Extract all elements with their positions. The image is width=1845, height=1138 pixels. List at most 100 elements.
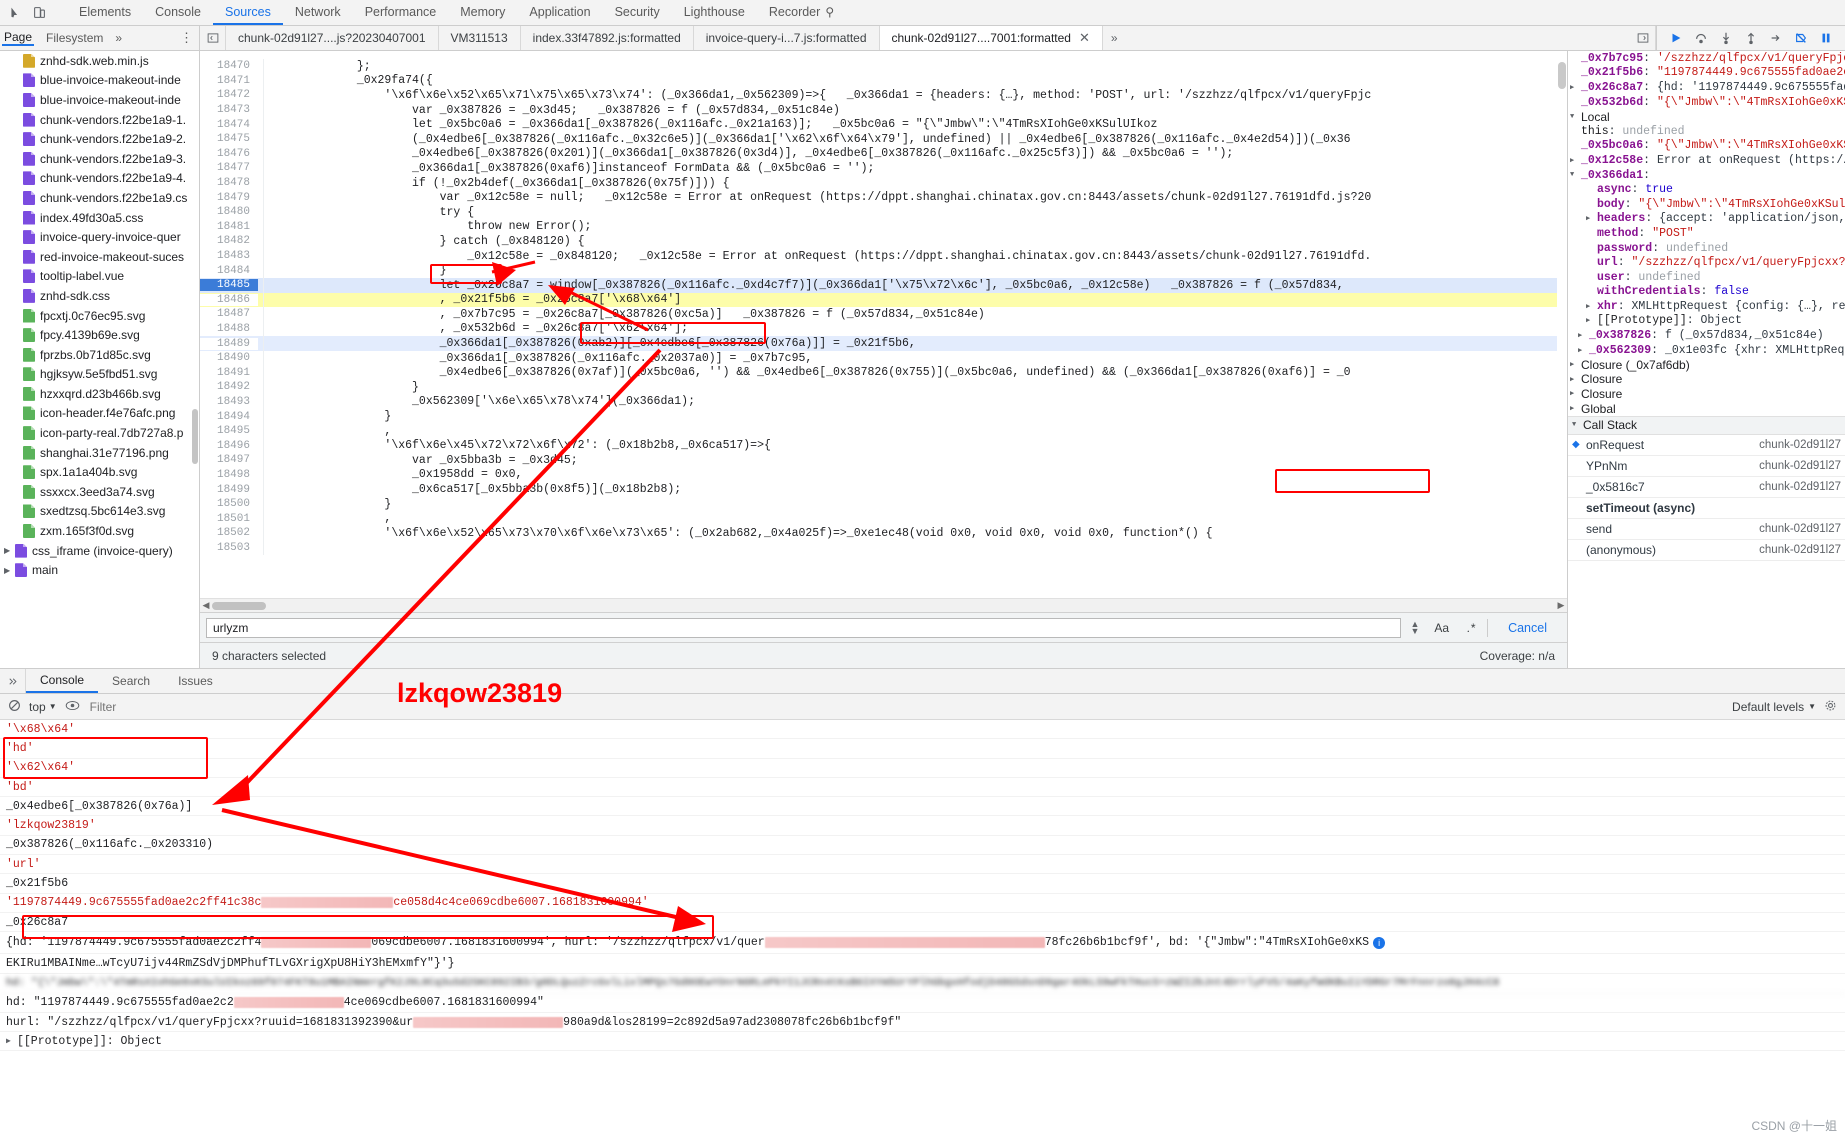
navigator-tab-page[interactable]: Page <box>2 30 35 46</box>
chevron-right-icon[interactable]: ▶ <box>1578 346 1589 355</box>
file-tree-item[interactable]: ssxxcx.3eed3a74.svg <box>0 482 199 502</box>
console-message[interactable]: ▶ [[Prototype]]: Object <box>0 1032 1845 1052</box>
code-line[interactable]: 18488 , _0x532b6d = _0x26c8a7['\x62\x64'… <box>200 321 1567 337</box>
debugger-sidebar[interactable]: _0x7b7c95: '/szzhzz/qlfpcx/v1/queryFpjcx… <box>1567 51 1845 668</box>
line-number[interactable]: 18490 <box>200 352 258 365</box>
step-into-icon[interactable] <box>1715 28 1737 48</box>
resume-script-execution-icon[interactable] <box>1665 28 1687 48</box>
console-message[interactable]: '\x68\x64' <box>0 720 1845 740</box>
code-line[interactable]: 18477 _0x366da1[_0x387826(0xaf6)]instanc… <box>200 161 1567 176</box>
call-stack-row[interactable]: send chunk-02d91l27 <box>1568 519 1845 540</box>
line-number[interactable]: 18479 <box>200 191 258 204</box>
code-line[interactable]: 18497 var _0x5bba3b = _0x3d45; <box>200 453 1567 468</box>
scope-property-row[interactable]: ▶ _0x26c8a7: {hd: '1197874449.9c675555fad… <box>1568 80 1845 95</box>
file-tree-item[interactable]: index.49fd30a5.css <box>0 208 199 228</box>
scope-property-row[interactable]: ▶ [[Prototype]]: Object <box>1568 314 1845 329</box>
console-message[interactable]: _0x21f5b6 <box>0 874 1845 894</box>
chevron-down-icon[interactable]: ▼ <box>1570 113 1581 121</box>
code-line[interactable]: 18500 } <box>200 496 1567 512</box>
code-line[interactable]: 18473 var _0x387826 = _0x3d45; _0x387826… <box>200 102 1567 118</box>
scope-property-row[interactable]: ▶ _0x12c58e: Error at onRequest (https://… <box>1568 153 1845 168</box>
scope-property-row[interactable]: user: undefined <box>1568 270 1845 285</box>
chevron-down-icon[interactable]: ▼ <box>1570 171 1581 179</box>
scope-property-row[interactable]: _0x5bc0a6: "{\"Jmbw\":\"4TmRsXIohGe0xKSu… <box>1568 139 1845 154</box>
drawer-tab-search[interactable]: Search <box>98 669 164 693</box>
line-number[interactable]: 18473 <box>200 104 258 117</box>
drawer-tab-issues[interactable]: Issues <box>164 669 227 693</box>
file-tree-item[interactable]: znhd-sdk.css <box>0 286 199 306</box>
scope-property-row[interactable]: _0x532b6d: "{\"Jmbw\":\"4TmRsXIohGe0xKSu <box>1568 95 1845 110</box>
scope-property-row[interactable]: this: undefined <box>1568 124 1845 139</box>
step-icon[interactable] <box>1765 28 1787 48</box>
line-number[interactable]: 18484 <box>200 264 258 277</box>
file-tree-item[interactable]: chunk-vendors.f22be1a9.cs <box>0 188 199 208</box>
file-tree-item[interactable]: chunk-vendors.f22be1a9-3. <box>0 149 199 169</box>
console-message[interactable]: _0x387826(_0x116afc._0x203310) <box>0 836 1845 856</box>
source-code-editor[interactable]: 18470 }; 18471 _0x29fa74({18472 '\x6f\x6e… <box>200 51 1567 598</box>
source-tab-invoice-query-formatted[interactable]: invoice-query-i...7.js:formatted <box>694 26 880 50</box>
call-stack-row[interactable]: setTimeout (async) <box>1568 498 1845 519</box>
code-line[interactable]: 18475 (_0x4edbe6[_0x387826(_0x116afc._0x… <box>200 131 1567 147</box>
code-line[interactable]: 18479 var _0x12c58e = null; _0x12c58e = … <box>200 190 1567 205</box>
drawer-tab-console[interactable]: Console <box>26 669 99 693</box>
file-navigator-tree[interactable]: znhd-sdk.web.min.js blue-invoice-makeout-… <box>0 51 200 668</box>
chevron-right-icon[interactable]: ▶ <box>1570 83 1581 92</box>
scope-property-row[interactable]: url: "/szzhzz/qlfpcx/v1/queryFpjcxx?ruu <box>1568 255 1845 270</box>
line-number[interactable]: 18478 <box>200 177 258 190</box>
match-case-button[interactable]: Aa <box>1428 621 1455 635</box>
tab-recorder[interactable]: Recorder ⚲ <box>757 0 846 25</box>
code-line[interactable]: 18490 _0x366da1[_0x387826(_0x116afc._0x2… <box>200 350 1567 366</box>
file-tree-item[interactable]: red-invoice-makeout-suces <box>0 247 199 267</box>
code-line[interactable]: 18498 _0x1958dd = 0x0, <box>200 467 1567 483</box>
scope-property-row[interactable]: withCredentials: false <box>1568 285 1845 300</box>
file-tree-item[interactable]: znhd-sdk.web.min.js <box>0 51 199 71</box>
source-tab-vm311513[interactable]: VM311513 <box>439 26 521 50</box>
scope-closure-row[interactable]: ▶ Closure <box>1568 372 1845 387</box>
tab-performance[interactable]: Performance <box>353 0 449 25</box>
line-number[interactable]: 18500 <box>200 498 258 511</box>
scope-property-row[interactable]: ▶ xhr: XMLHttpRequest {config: {…}, ready <box>1568 299 1845 314</box>
scope-property-row[interactable]: ▶ _0x387826: f (_0x57d834,_0x51c84e) <box>1568 328 1845 343</box>
live-expression-icon[interactable] <box>65 699 80 715</box>
chevron-down-icon[interactable]: ▼ <box>1410 626 1419 635</box>
line-number[interactable]: 18471 <box>200 74 258 87</box>
file-tree-item[interactable]: shanghai.31e77196.png <box>0 443 199 463</box>
tab-lighthouse[interactable]: Lighthouse <box>672 0 757 25</box>
file-tree-item[interactable]: invoice-query-invoice-quer <box>0 227 199 247</box>
code-line[interactable]: 18481 throw new Error(); <box>200 219 1567 235</box>
drawer-more-icon[interactable] <box>0 669 26 693</box>
source-tab-chunk-formatted[interactable]: chunk-02d91l27....7001:formatted ✕ <box>879 26 1103 50</box>
call-stack-row[interactable]: ◆ onRequest chunk-02d91l27 <box>1568 435 1845 456</box>
console-context-selector[interactable]: top ▼ <box>29 700 57 714</box>
line-number[interactable]: 18483 <box>200 250 258 263</box>
scope-property-row[interactable]: _0x7b7c95: '/szzhzz/qlfpcx/v1/queryFpjcx <box>1568 51 1845 66</box>
line-number[interactable]: 18477 <box>200 162 258 175</box>
code-line[interactable]: 18492 } <box>200 380 1567 395</box>
code-line[interactable]: 18486 , _0x21f5b6 = _0x26c8a7['\x68\x64'… <box>200 292 1567 308</box>
code-line[interactable]: 18483 _0x12c58e = _0x848120; _0x12c58e =… <box>200 248 1567 264</box>
code-line[interactable]: 18493 _0x562309['\x6e\x65\x78\x74'](_0x3… <box>200 394 1567 410</box>
navigator-scrollbar[interactable] <box>191 51 199 668</box>
file-tree-item[interactable]: hgjksyw.5e5fbd51.svg <box>0 365 199 385</box>
file-tree-item[interactable]: blue-invoice-makeout-inde <box>0 71 199 91</box>
code-line[interactable]: 18489 _0x366da1[_0x387826(0xab2)][_0x4ed… <box>200 336 1567 351</box>
tab-elements[interactable]: Elements <box>67 0 143 25</box>
console-output[interactable]: '\x68\x64' 'hd' '\x62\x64' 'bd' _0x4edbe6[_0… <box>0 720 1845 1138</box>
scope-closure-row[interactable]: ▶ Closure (_0x7af6db) <box>1568 357 1845 372</box>
code-line[interactable]: 18503 <box>200 540 1567 556</box>
settings-gear-icon[interactable] <box>1824 699 1837 715</box>
code-line[interactable]: 18484 } <box>200 263 1567 278</box>
line-number[interactable]: 18495 <box>200 425 258 438</box>
inspect-element-icon[interactable] <box>4 2 26 24</box>
chevron-right-icon[interactable]: ▶ <box>4 566 15 575</box>
file-tree-item[interactable]: fpcxtj.0c76ec95.svg <box>0 306 199 326</box>
file-tree-item[interactable]: blue-invoice-makeout-inde <box>0 90 199 110</box>
file-tree-item[interactable]: zxm.165f3f0d.svg <box>0 521 199 541</box>
line-number[interactable]: 18476 <box>200 147 258 160</box>
chevron-right-icon[interactable]: ▶ <box>4 546 15 555</box>
code-line[interactable]: 18487 , _0x7b7c95 = _0x26c8a7[_0x387826(… <box>200 307 1567 322</box>
navigator-tab-filesystem[interactable]: Filesystem <box>44 31 105 45</box>
line-number[interactable]: 18487 <box>200 308 258 321</box>
line-number[interactable]: 18474 <box>200 118 258 131</box>
chevron-right-icon[interactable]: ▶ <box>6 1036 17 1046</box>
